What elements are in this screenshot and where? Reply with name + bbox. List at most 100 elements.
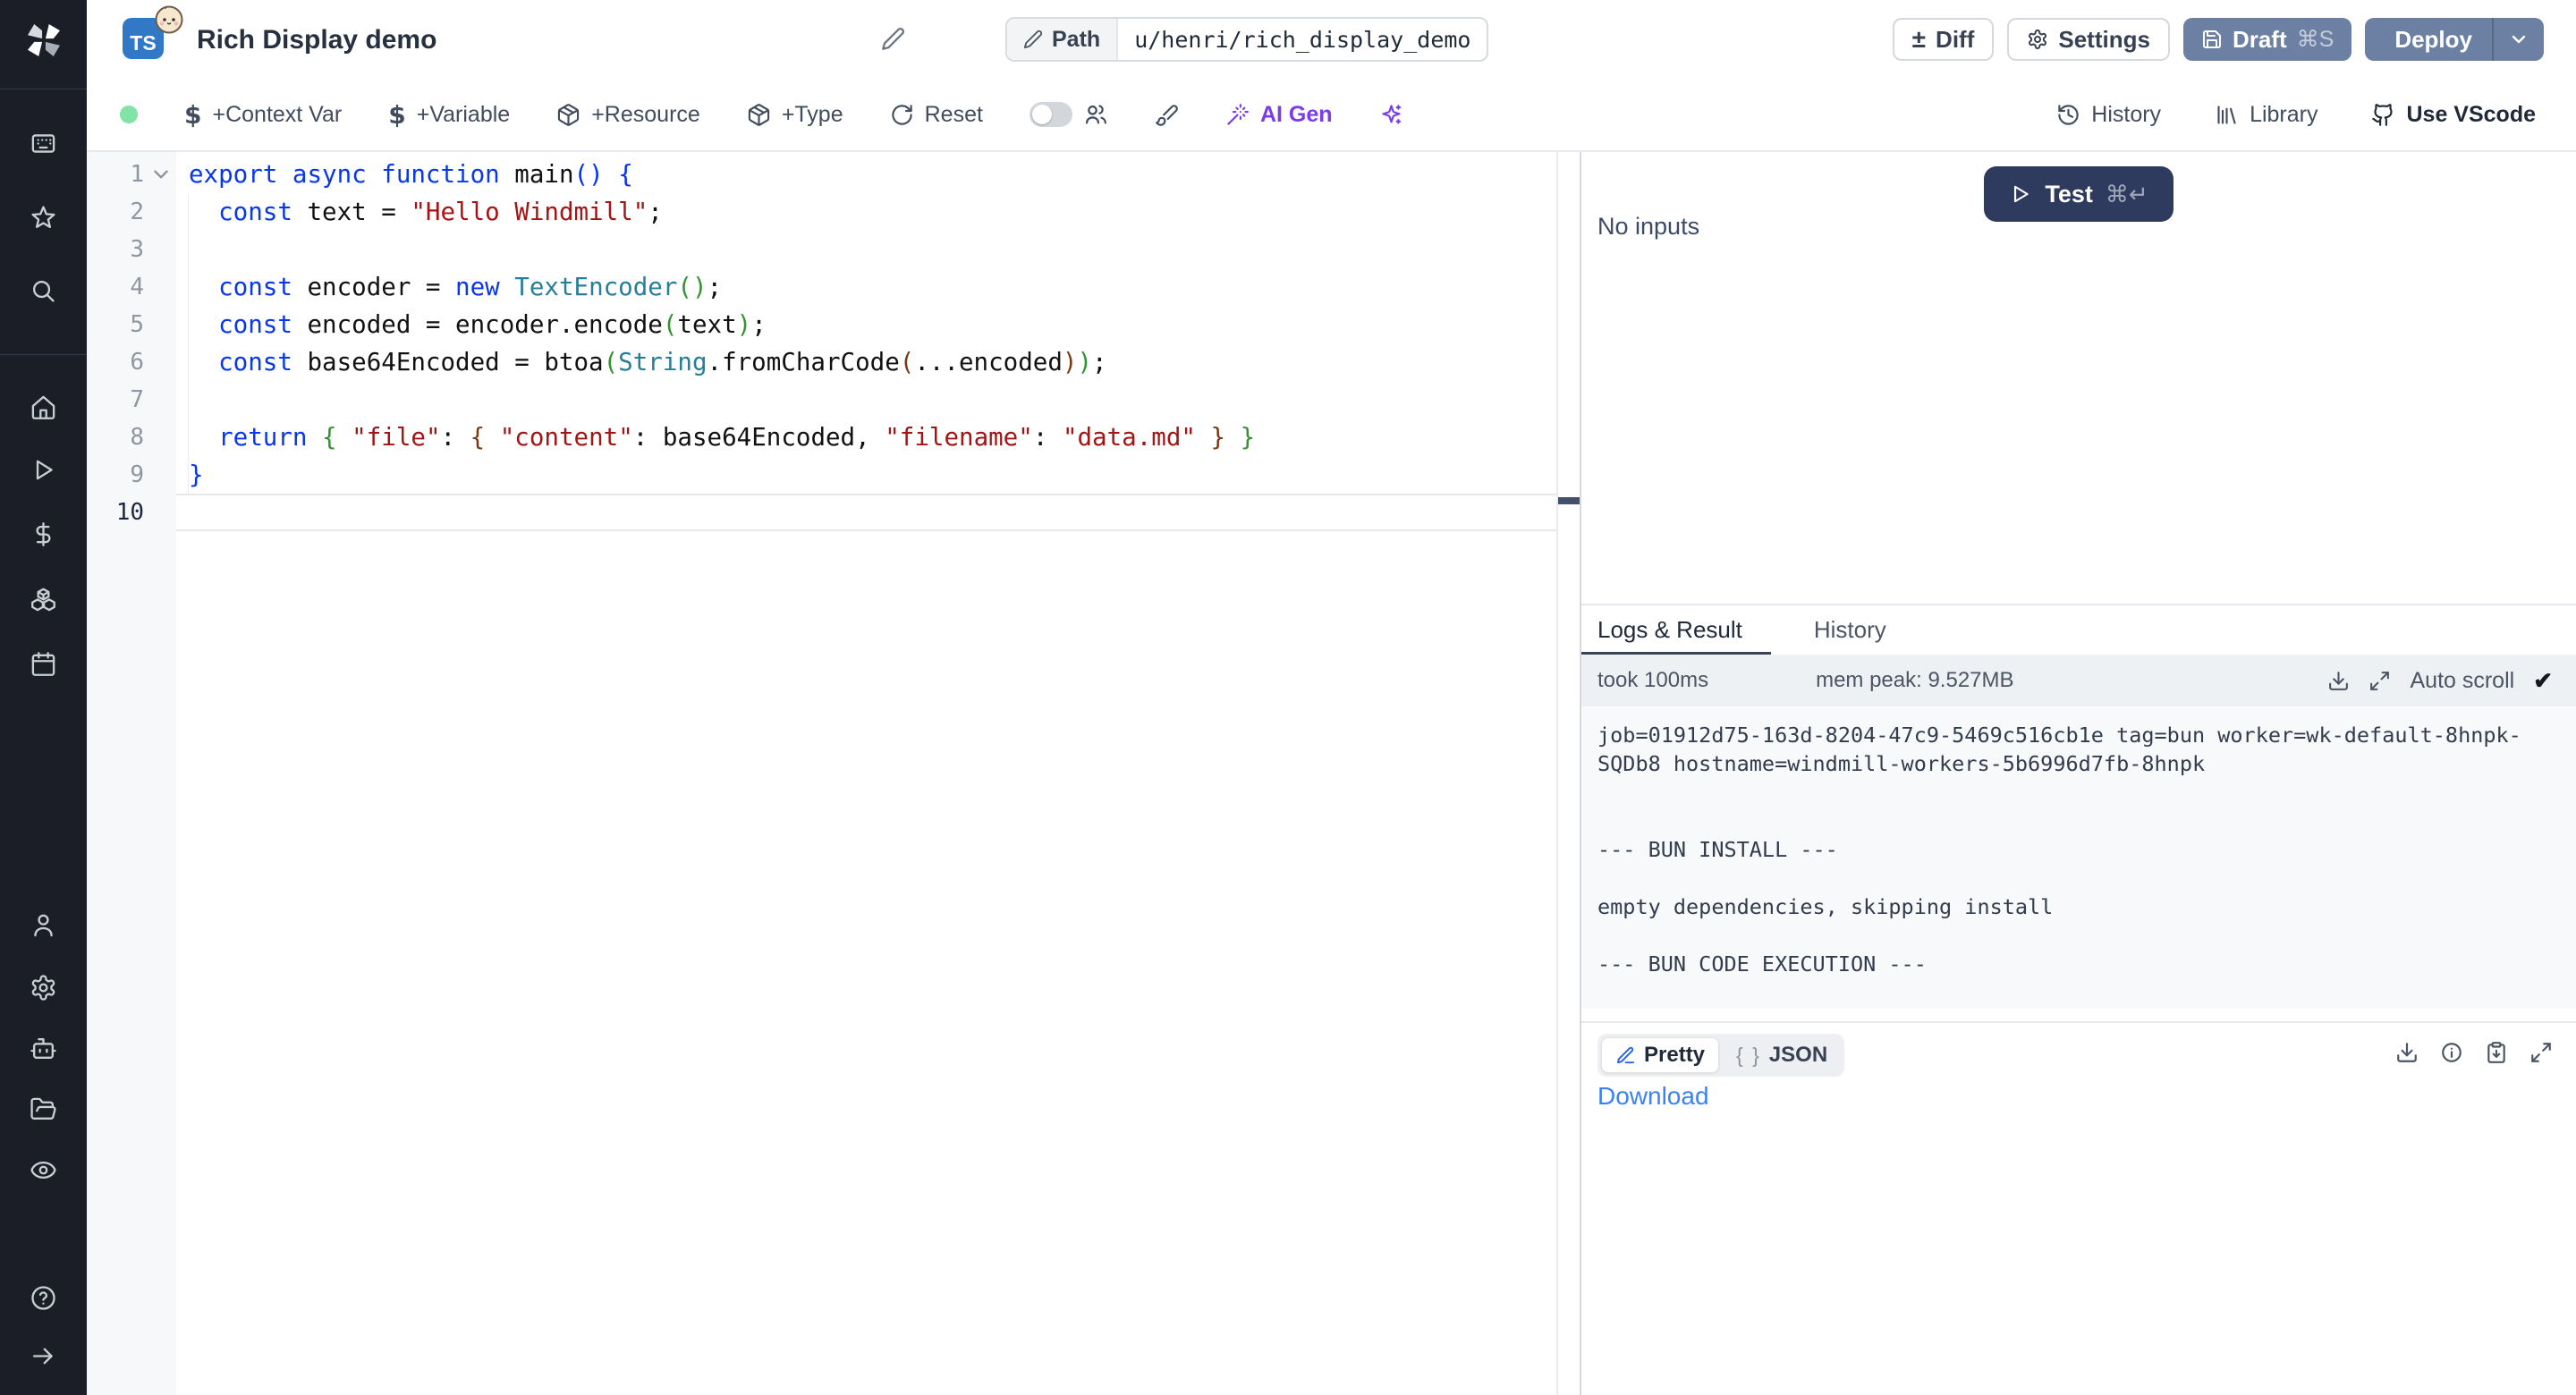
test-button[interactable]: Test ⌘↵: [1984, 166, 2174, 222]
content-area: 12345678910 export async function main()…: [87, 152, 2576, 1395]
line-number: 2: [87, 193, 144, 231]
fold-chevron-icon[interactable]: [149, 163, 173, 186]
code-line[interactable]: return { "file": { "content": base64Enco…: [189, 418, 1556, 456]
duration-text: took 100ms: [1597, 668, 1708, 693]
path-control[interactable]: Path u/henri/rich_display_demo: [1005, 17, 1488, 62]
view-json-button[interactable]: { } JSON: [1723, 1037, 1841, 1073]
sparkles-icon: [1379, 103, 1403, 127]
view-pretty-button[interactable]: Pretty: [1601, 1037, 1719, 1073]
top-header: TS Rich Display demo: [87, 0, 2576, 79]
workers-bot-icon[interactable]: [30, 1035, 57, 1062]
line-number: 6: [87, 343, 144, 381]
copy-clipboard-icon[interactable]: [2485, 1041, 2508, 1064]
line-number: 7: [87, 381, 144, 418]
info-icon[interactable]: [2440, 1041, 2463, 1064]
code-line[interactable]: const text = "Hello Windmill";: [189, 193, 1556, 231]
home-icon[interactable]: [30, 393, 57, 421]
code-line[interactable]: [189, 231, 1556, 268]
reset-rotate-icon: [890, 103, 914, 127]
code-line[interactable]: [189, 494, 1556, 531]
editor-toolbar: $ +Context Var $ +Variable +Resource: [87, 79, 2576, 152]
audit-logs-eye-icon[interactable]: [30, 1156, 57, 1184]
resources-boxes-icon[interactable]: [30, 584, 57, 612]
cursor-position-marker: [1558, 497, 1580, 504]
add-context-var-button[interactable]: $ +Context Var: [184, 100, 342, 130]
reset-button[interactable]: Reset: [890, 102, 983, 128]
expand-logs-icon[interactable]: [2368, 670, 2391, 692]
code-line[interactable]: export async function main() {: [189, 156, 1556, 193]
code-line[interactable]: const base64Encoded = btoa(String.fromCh…: [189, 343, 1556, 381]
log-output[interactable]: job=01912d75-163d-8204-47c9-5469c516cb1e…: [1581, 706, 2576, 1009]
play-icon: [2009, 182, 2032, 206]
settings-gear-icon[interactable]: [30, 974, 57, 1002]
diff-button[interactable]: ± Diff: [1893, 18, 1995, 61]
typescript-badge-label: TS: [130, 31, 156, 55]
download-result-icon[interactable]: [2395, 1041, 2419, 1064]
expand-sidebar-arrow-icon[interactable]: [30, 1342, 57, 1370]
github-icon: [2371, 103, 2395, 127]
download-result-link[interactable]: Download: [1597, 1082, 1709, 1111]
auto-scroll-checkbox[interactable]: ✔: [2533, 667, 2553, 695]
sidebar: [0, 0, 87, 1395]
path-edit-button[interactable]: Path: [1007, 19, 1118, 60]
library-button[interactable]: Library: [2215, 102, 2318, 128]
user-icon[interactable]: [30, 911, 57, 939]
deploy-split-button: Deploy: [2365, 18, 2544, 61]
braces-icon: { }: [1736, 1044, 1761, 1068]
tab-history[interactable]: History: [1798, 616, 1886, 644]
package-icon: [556, 103, 580, 127]
header-actions: ± Diff Settings Draft ⌘S: [1893, 18, 2544, 61]
code-line[interactable]: [189, 381, 1556, 418]
test-shortcut: ⌘↵: [2106, 181, 2148, 208]
line-number: 10: [87, 494, 144, 531]
wand-icon: [1225, 103, 1250, 127]
format-brush-button[interactable]: [1155, 103, 1179, 127]
variables-dollar-icon[interactable]: [30, 520, 57, 548]
expand-result-icon[interactable]: [2529, 1041, 2553, 1064]
result-section: Pretty { } JSON: [1581, 1021, 2576, 1395]
help-icon[interactable]: [30, 1284, 57, 1312]
save-icon: [2201, 29, 2223, 50]
add-type-button[interactable]: +Type: [747, 102, 843, 128]
auto-scroll-label: Auto scroll: [2410, 668, 2514, 694]
ai-sparkles-button[interactable]: [1379, 103, 1403, 127]
main-area: TS Rich Display demo: [87, 0, 2576, 1395]
use-vscode-button[interactable]: Use VScode: [2371, 102, 2536, 128]
add-resource-button[interactable]: +Resource: [556, 102, 700, 128]
schedules-calendar-icon[interactable]: [30, 650, 57, 678]
tab-logs-result[interactable]: Logs & Result: [1581, 616, 1742, 644]
search-icon[interactable]: [30, 277, 57, 305]
line-number: 9: [87, 456, 144, 494]
library-icon: [2215, 103, 2239, 127]
path-value[interactable]: u/henri/rich_display_demo: [1118, 19, 1487, 60]
add-variable-button[interactable]: $ +Variable: [388, 100, 510, 130]
runs-play-icon[interactable]: [30, 456, 57, 484]
code-editor[interactable]: 12345678910 export async function main()…: [87, 152, 1556, 1395]
line-number: 4: [87, 268, 144, 306]
edit-summary-pencil-icon[interactable]: [881, 27, 905, 51]
status-dot: [120, 106, 138, 123]
toggle-switch[interactable]: [1030, 102, 1072, 127]
code-line[interactable]: const encoded = encoder.encode(text);: [189, 306, 1556, 343]
editor-overview-ruler[interactable]: [1556, 152, 1580, 1395]
page-title: Rich Display demo: [197, 25, 436, 55]
settings-button[interactable]: Settings: [2007, 18, 2170, 61]
dollar-icon: $: [388, 100, 405, 130]
line-number: 8: [87, 418, 144, 456]
code-line[interactable]: const encoder = new TextEncoder();: [189, 268, 1556, 306]
folders-icon[interactable]: [30, 1095, 57, 1123]
windmill-logo-icon[interactable]: [23, 20, 64, 61]
ai-gen-button[interactable]: AI Gen: [1225, 102, 1333, 128]
code-line[interactable]: }: [189, 456, 1556, 494]
deploy-options-button[interactable]: [2492, 18, 2544, 61]
draft-button[interactable]: Draft ⌘S: [2183, 18, 2351, 61]
history-button[interactable]: History: [2056, 102, 2161, 128]
workspace-switcher-icon[interactable]: [30, 130, 57, 157]
code-content[interactable]: export async function main() { const tex…: [189, 156, 1556, 531]
path-label: Path: [1052, 27, 1100, 53]
result-tabs: Logs & Result History: [1581, 604, 2576, 655]
download-logs-icon[interactable]: [2327, 670, 2350, 692]
deploy-button[interactable]: Deploy: [2365, 18, 2492, 61]
favorites-star-icon[interactable]: [30, 204, 57, 232]
paintbrush-icon: [1155, 103, 1179, 127]
